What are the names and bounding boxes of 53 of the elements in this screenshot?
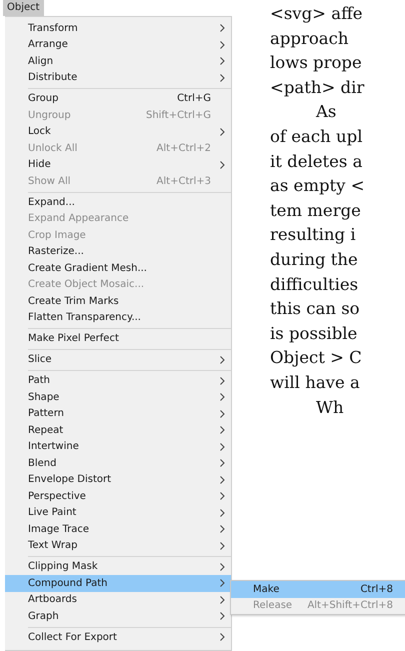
- text-line: during the: [270, 250, 358, 269]
- menu-item[interactable]: Rasterize...: [5, 244, 231, 260]
- menu-item[interactable]: Shape: [5, 389, 231, 406]
- menu-item[interactable]: Compound Path: [5, 575, 231, 592]
- text-line: <svg> affe: [270, 4, 363, 23]
- chevron-right-icon: [220, 160, 225, 169]
- menu-item[interactable]: Graph: [5, 608, 231, 624]
- menu-item[interactable]: Blend: [5, 455, 231, 472]
- menu-item[interactable]: Align: [5, 53, 231, 70]
- text-line: difficulties: [270, 274, 358, 294]
- menu-item[interactable]: Text Wrap: [5, 538, 231, 554]
- menu-item[interactable]: Arrange: [5, 36, 231, 53]
- menu-item[interactable]: Expand...: [5, 194, 231, 210]
- menu-item[interactable]: Transform: [5, 20, 231, 36]
- chevron-right-icon: [220, 633, 225, 642]
- menu-item[interactable]: Collect For Export: [5, 629, 231, 646]
- text-line: approach: [270, 28, 348, 48]
- menu-item[interactable]: Clipping Mask: [5, 558, 231, 575]
- menu-item[interactable]: Group Ctrl+G: [5, 90, 231, 107]
- text-line: <path> dir: [270, 78, 364, 97]
- text-line: as empty <: [270, 176, 365, 196]
- text-line: Object > C: [270, 348, 362, 368]
- menu-item[interactable]: Lock: [5, 124, 231, 140]
- menu-item[interactable]: Flatten Transparency...: [5, 310, 231, 326]
- text-line: tem merge: [270, 200, 361, 220]
- menu-item[interactable]: Make Pixel Perfect: [5, 330, 231, 347]
- menu-item[interactable]: Intertwine: [5, 438, 231, 455]
- text-line: it deletes a: [270, 152, 362, 171]
- menu-item[interactable]: Perspective: [5, 488, 231, 504]
- text-line: resulting i: [270, 225, 356, 244]
- chevron-right-icon: [220, 128, 225, 136]
- menu-item[interactable]: Live Paint: [5, 504, 231, 521]
- text-line: As: [316, 102, 336, 122]
- menu-item[interactable]: Make Ctrl+8: [231, 581, 405, 598]
- menu-item[interactable]: Envelope Distort: [5, 472, 231, 488]
- text-line: will have a: [270, 372, 360, 392]
- menu-item[interactable]: Slice: [5, 352, 231, 368]
- menu-item[interactable]: Distribute: [5, 70, 231, 86]
- menu-item[interactable]: Artboards: [5, 592, 231, 608]
- chevron-right-icon: [220, 356, 225, 364]
- menu-title[interactable]: Object: [3, 0, 44, 16]
- menu-item[interactable]: Repeat: [5, 422, 231, 438]
- text-line: this can so: [270, 299, 360, 318]
- menu-item[interactable]: Create Trim Marks: [5, 293, 231, 310]
- menu-item[interactable]: Create Gradient Mesh...: [5, 260, 231, 276]
- menu-item[interactable]: Hide: [5, 156, 231, 173]
- text-line: Wh: [316, 398, 344, 416]
- text-line: of each upl: [270, 126, 362, 146]
- menu-item[interactable]: Pattern: [5, 406, 231, 422]
- menu-item[interactable]: Path: [5, 372, 231, 389]
- text-line: lows prope: [270, 53, 362, 72]
- text-line: is possible: [270, 324, 358, 343]
- menu-item[interactable]: Image Trace: [5, 521, 231, 538]
